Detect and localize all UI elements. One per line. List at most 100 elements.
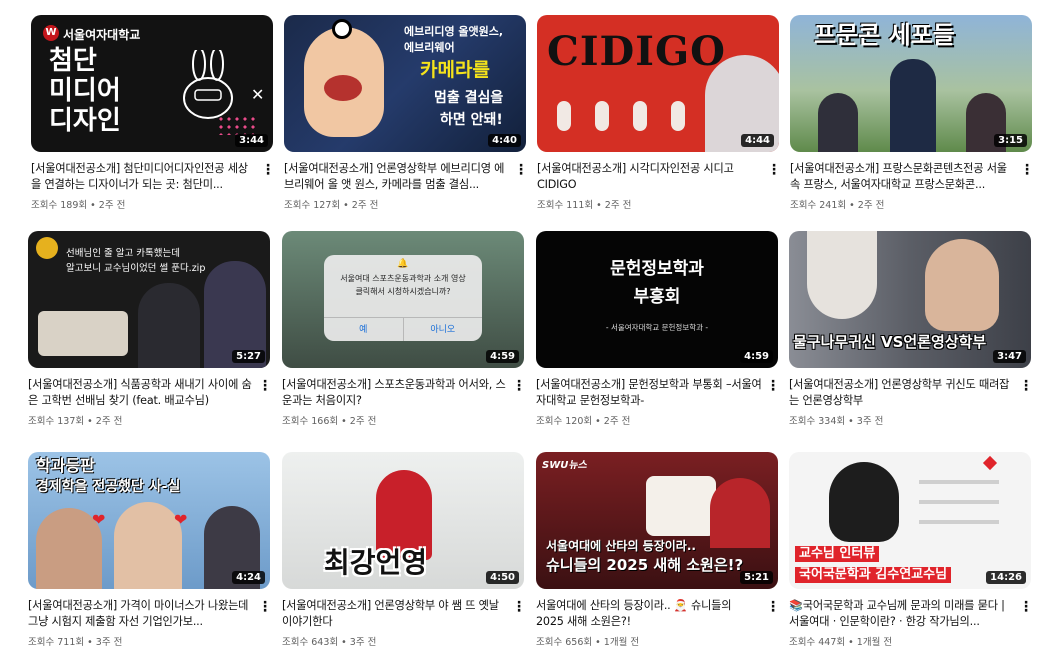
thumb-text: 부흥회 <box>633 287 681 307</box>
person-shape <box>890 59 936 152</box>
video-thumbnail[interactable]: 학과등판 경제학을 전공했단 사-실 ❤ ❤ 4:24 <box>28 452 270 589</box>
view-count: 조회수 447회 <box>789 637 846 648</box>
video-duration: 5:27 <box>232 350 265 363</box>
video-stats: 조회수 334회 • 3주 전 <box>789 416 884 427</box>
thumb-text: 슈니들의 2025 새해 소원은!? <box>546 556 744 574</box>
video-meta: [서울여대전공소개] 가격이 마이너스가 나왔는데 그냥 시험지 제출함 자선 … <box>28 598 272 648</box>
video-stats: 조회수 656회 • 1개월 전 <box>536 637 640 648</box>
video-meta: [서울여대전공소개] 문헌정보학과 부통회 –서울여자대학교 문헌정보학과- 조… <box>536 377 780 427</box>
upload-age: 2주 전 <box>351 200 379 211</box>
video-thumbnail[interactable]: 물구나무귀신 VS언론영상학부 3:47 <box>789 231 1031 368</box>
video-card[interactable]: CIDIGO 4:44 [서울여대전공소개] 시각디자인전공 시디고 CIDIG… <box>537 15 781 211</box>
video-thumbnail[interactable]: 프문콘 세포들 3:15 <box>790 15 1032 152</box>
upload-age: 2주 전 <box>98 200 126 211</box>
video-stats: 조회수 166회 • 2주 전 <box>282 416 377 427</box>
video-title[interactable]: [서울여대전공소개] 가격이 마이너스가 나왔는데 그냥 시험지 제출함 자선 … <box>28 598 254 630</box>
video-duration: 4:40 <box>488 134 521 147</box>
video-meta: [서울여대전공소개] 언론영상학부 야 쌤 뜨 옛날 이야기한다 조회수 643… <box>282 598 526 648</box>
video-card[interactable]: 에브리디영 올앳원스, 에브리웨어 카메라를 멈출 결심을 하면 안돼! 4:4… <box>284 15 528 211</box>
more-vert-icon[interactable]: ⋮ <box>258 377 272 395</box>
more-vert-icon[interactable]: ⋮ <box>766 377 780 395</box>
video-title[interactable]: [서울여대전공소개] 시각디자인전공 시디고 CIDIGO <box>537 161 763 193</box>
video-thumbnail[interactable]: 교수님 인터뷰 국어국문학과 김수연교수님 14:26 <box>789 452 1031 589</box>
upload-age: 1개월 전 <box>856 637 893 648</box>
video-grid: W 서울여자대학교 첨단 미디어 디자인 ✕ 3:44 [서울여대전공소개] 첨… <box>0 0 1050 652</box>
video-title[interactable]: 서울여대에 산타의 등장이라.. 🎅 슈니들의 2025 새해 소원은?! <box>536 598 762 630</box>
video-thumbnail[interactable]: 에브리디영 올앳원스, 에브리웨어 카메라를 멈출 결심을 하면 안돼! 4:4… <box>284 15 526 152</box>
video-duration: 4:24 <box>232 571 265 584</box>
video-card[interactable]: SWU뉴스 서울여대에 산타의 등장이라.. 슈니들의 2025 새해 소원은!… <box>536 452 780 648</box>
video-meta: [서울여대전공소개] 시각디자인전공 시디고 CIDIGO 조회수 111회 •… <box>537 161 781 211</box>
view-count: 조회수 111회 <box>537 200 594 211</box>
more-vert-icon[interactable]: ⋮ <box>1019 598 1033 616</box>
video-thumbnail[interactable]: CIDIGO 4:44 <box>537 15 779 152</box>
video-card[interactable]: 최강언영 4:50 [서울여대전공소개] 언론영상학부 야 쌤 뜨 옛날 이야기… <box>282 452 526 648</box>
more-vert-icon[interactable]: ⋮ <box>766 598 780 616</box>
more-vert-icon[interactable]: ⋮ <box>258 598 272 616</box>
video-stats: 조회수 120회 • 2주 전 <box>536 416 631 427</box>
video-thumbnail[interactable]: W 서울여자대학교 첨단 미디어 디자인 ✕ 3:44 <box>31 15 273 152</box>
bell-icon: 🔔 <box>397 259 409 269</box>
more-vert-icon[interactable]: ⋮ <box>1020 161 1034 179</box>
dialog-buttons: 예 아니오 <box>324 317 482 341</box>
figure-shape <box>671 101 685 131</box>
video-title[interactable]: [서울여대전공소개] 언론영상학부 야 쌤 뜨 옛날 이야기한다 <box>282 598 508 630</box>
video-thumbnail[interactable]: 최강언영 4:50 <box>282 452 524 589</box>
video-card[interactable]: 선배님인 줄 알고 카톡했는데 알고보니 교수님이었던 썰 푼다.zip 5:2… <box>28 231 272 427</box>
video-title[interactable]: [서울여대전공소개] 언론영상학부 귀신도 때려잡는 언론영상학부 <box>789 377 1015 409</box>
more-vert-icon[interactable]: ⋮ <box>512 598 526 616</box>
more-vert-icon[interactable]: ⋮ <box>514 161 528 179</box>
video-title[interactable]: 📚국어국문학과 교수님께 문과의 미래를 묻다 | 서울여대 · 인문학이란? … <box>789 598 1015 630</box>
video-thumbnail[interactable]: 🔔 서울여대 스포츠운동과학과 소개 영상 클릭해서 시청하시겠습니까? 예 아… <box>282 231 524 368</box>
video-thumbnail[interactable]: 문헌정보학과 부흥회 - 서울여자대학교 문헌정보학과 - 4:59 <box>536 231 778 368</box>
dialog-yes-button: 예 <box>324 318 404 341</box>
video-duration: 14:26 <box>986 571 1026 584</box>
video-title[interactable]: [서울여대전공소개] 언론영상학부 에브리디영 에브리웨어 올 앳 원스, 카메… <box>284 161 510 193</box>
thumb-text: 교수님 인터뷰 <box>795 546 880 562</box>
upload-age: 3주 전 <box>856 416 884 427</box>
thumb-text: 문헌정보학과 <box>610 259 704 279</box>
person-shape <box>925 239 999 331</box>
thumb-text: 클릭해서 시청하시겠습니까? <box>355 287 451 296</box>
card-prop <box>646 476 716 536</box>
more-vert-icon[interactable]: ⋮ <box>1019 377 1033 395</box>
video-title[interactable]: [서울여대전공소개] 첨단미디어디자인전공 세상을 연결하는 디자이너가 되는 … <box>31 161 257 193</box>
thumb-text: 서울여대 스포츠운동과학과 소개 영상 <box>340 274 466 283</box>
video-card[interactable]: 🔔 서울여대 스포츠운동과학과 소개 영상 클릭해서 시청하시겠습니까? 예 아… <box>282 231 526 427</box>
rabbit-illustration-icon <box>183 50 233 119</box>
video-title[interactable]: [서울여대전공소개] 프랑스문화콘텐츠전공 서울 속 프랑스, 서울여자대학교 … <box>790 161 1016 193</box>
video-duration: 4:44 <box>741 134 774 147</box>
thumb-text: 서울여대에 산타의 등장이라.. <box>546 539 696 553</box>
thumb-text: SWU뉴스 <box>542 460 587 471</box>
thumb-text: 최강언영 <box>324 546 428 579</box>
video-card[interactable]: 교수님 인터뷰 국어국문학과 김수연교수님 14:26 📚국어국문학과 교수님께… <box>789 452 1033 648</box>
video-card[interactable]: W 서울여자대학교 첨단 미디어 디자인 ✕ 3:44 [서울여대전공소개] 첨… <box>31 15 275 211</box>
upload-age: 3주 전 <box>349 637 377 648</box>
video-card[interactable]: 프문콘 세포들 3:15 [서울여대전공소개] 프랑스문화콘텐츠전공 서울 속 … <box>790 15 1034 211</box>
person-shape <box>114 502 182 589</box>
video-card[interactable]: 학과등판 경제학을 전공했단 사-실 ❤ ❤ 4:24 [서울여대전공소개] 가… <box>28 452 272 648</box>
badge-icon <box>36 237 58 259</box>
video-thumbnail[interactable]: 선배님인 줄 알고 카톡했는데 알고보니 교수님이었던 썰 푼다.zip 5:2… <box>28 231 270 368</box>
video-title[interactable]: [서울여대전공소개] 문헌정보학과 부통회 –서울여자대학교 문헌정보학과- <box>536 377 762 409</box>
video-title[interactable]: [서울여대전공소개] 스포츠운동과학과 어서와, 스운과는 처음이지? <box>282 377 508 409</box>
video-stats: 조회수 447회 • 1개월 전 <box>789 637 893 648</box>
view-count: 조회수 643회 <box>282 637 339 648</box>
thumb-text: 학과등판 <box>36 456 95 475</box>
video-title[interactable]: [서울여대전공소개] 식품공학과 새내기 사이에 숨은 고학번 선배님 찾기 (… <box>28 377 254 409</box>
more-vert-icon[interactable]: ⋮ <box>512 377 526 395</box>
thumb-text: 알고보니 교수님이었던 썰 푼다.zip <box>66 263 206 274</box>
view-count: 조회수 334회 <box>789 416 846 427</box>
video-duration: 4:59 <box>486 350 519 363</box>
video-duration: 5:21 <box>740 571 773 584</box>
more-vert-icon[interactable]: ⋮ <box>767 161 781 179</box>
video-card[interactable]: 문헌정보학과 부흥회 - 서울여자대학교 문헌정보학과 - 4:59 [서울여대… <box>536 231 780 427</box>
video-card[interactable]: 물구나무귀신 VS언론영상학부 3:47 [서울여대전공소개] 언론영상학부 귀… <box>789 231 1033 427</box>
more-vert-icon[interactable]: ⋮ <box>261 161 275 179</box>
thumb-text: CIDIGO <box>547 28 726 75</box>
person-shape <box>829 462 899 542</box>
video-thumbnail[interactable]: SWU뉴스 서울여대에 산타의 등장이라.. 슈니들의 2025 새해 소원은!… <box>536 452 778 589</box>
thumb-text: 에브리디영 올앳원스, <box>404 25 504 38</box>
view-count: 조회수 127회 <box>284 200 341 211</box>
dialog-no-button: 아니오 <box>430 325 456 335</box>
